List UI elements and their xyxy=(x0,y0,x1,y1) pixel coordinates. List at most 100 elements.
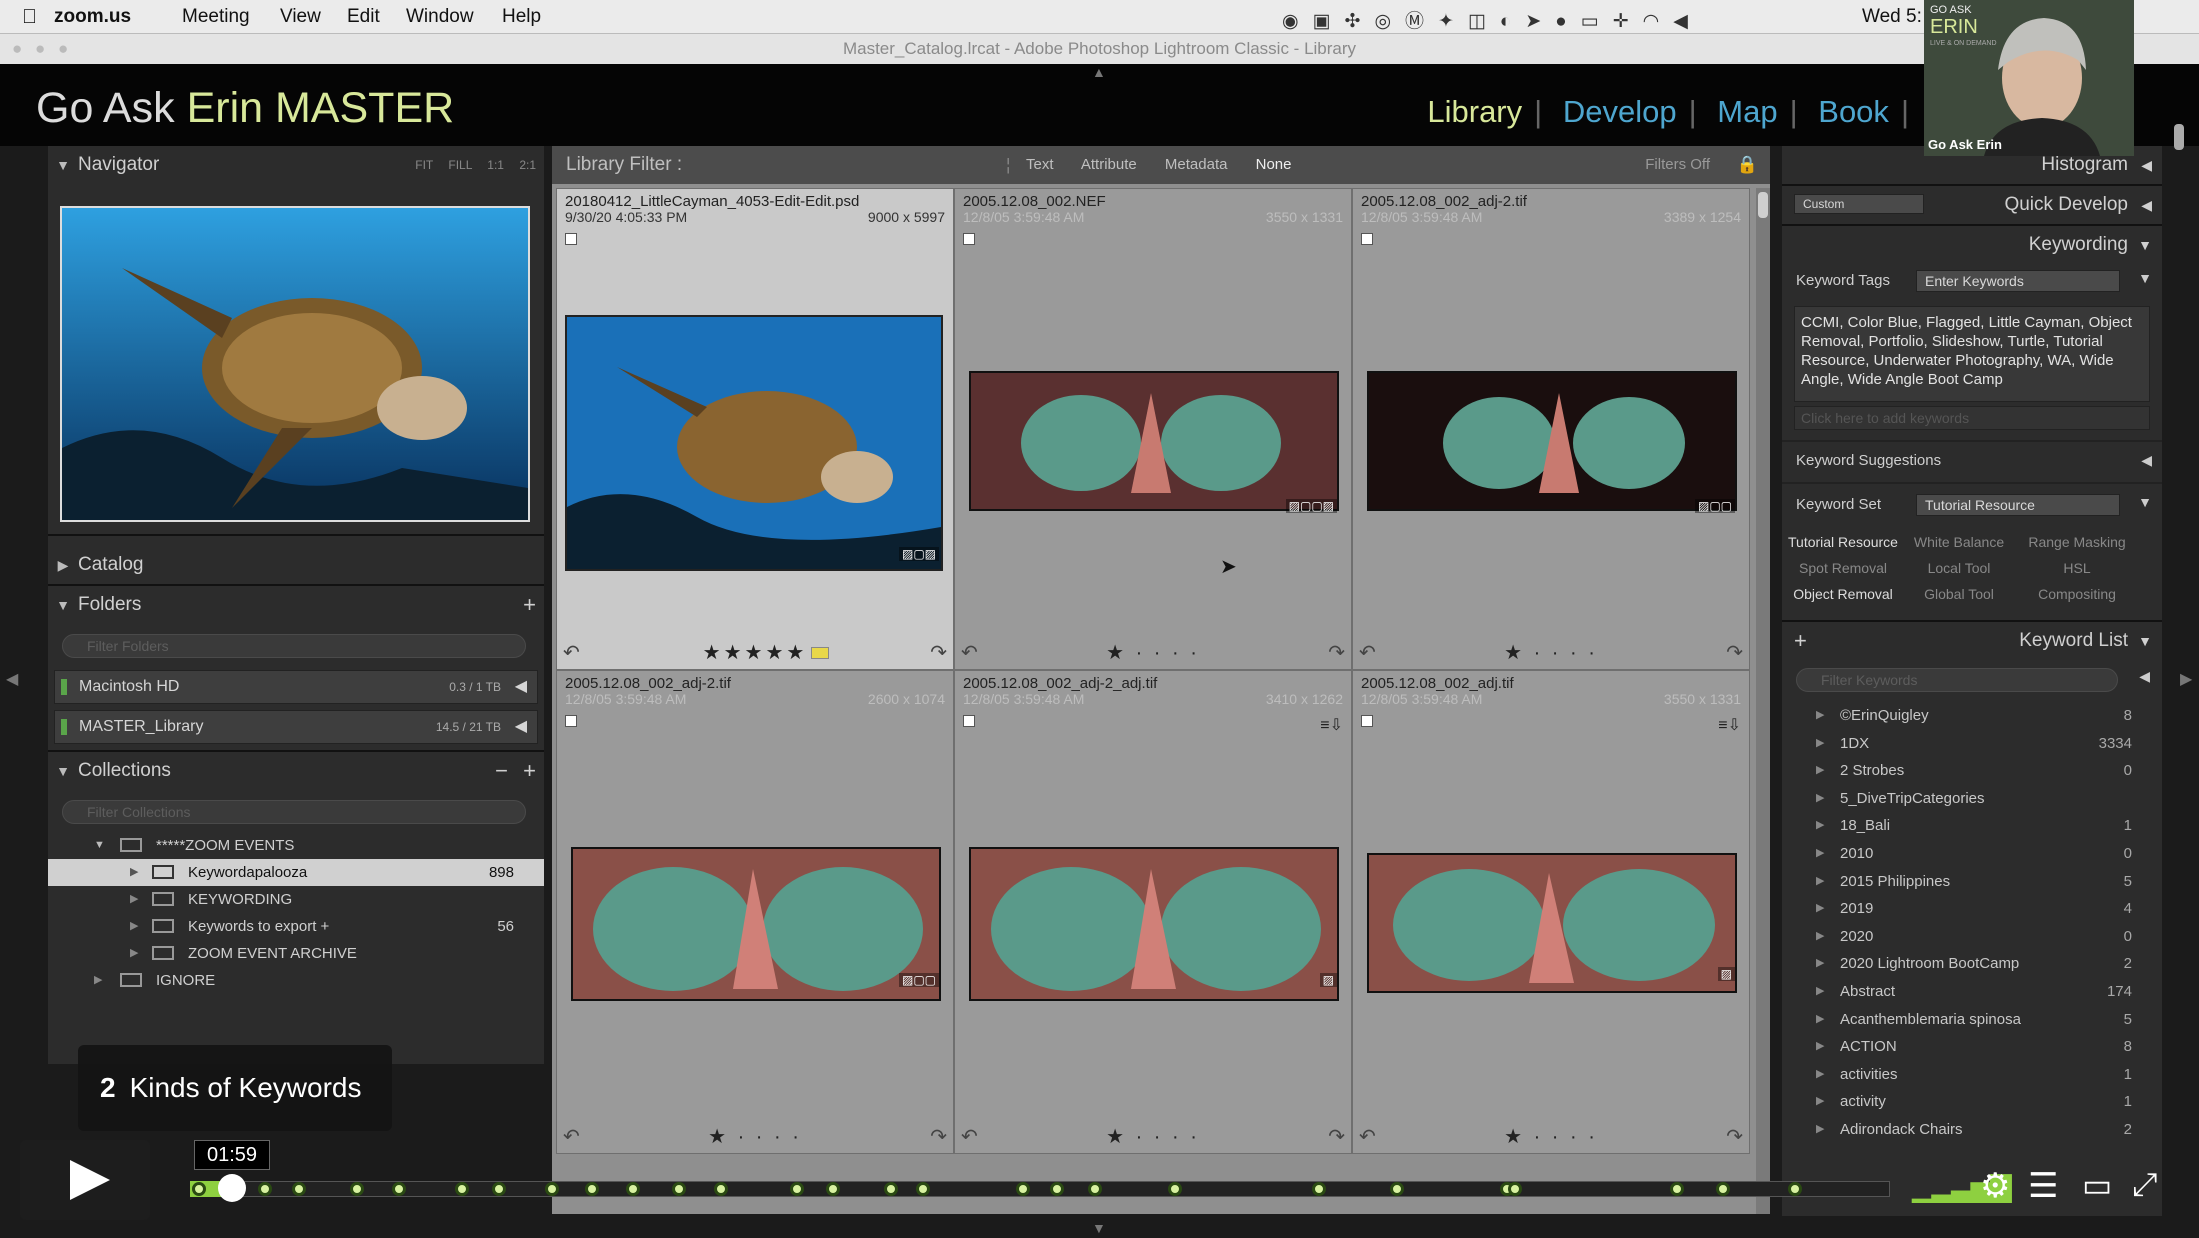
star-rating[interactable]: ★ · · · · xyxy=(1353,1124,1749,1149)
flag-icon[interactable] xyxy=(1361,233,1373,245)
folders-filter-input[interactable]: Filter Folders xyxy=(62,634,526,658)
zoom-1-1[interactable]: 1:1 xyxy=(487,158,504,172)
expand-icon[interactable]: ▶ xyxy=(1816,1006,1824,1033)
star-rating[interactable]: ★★★★★ xyxy=(557,640,953,665)
status-icons[interactable]: ◉▣✣◎Ⓜ✦◫◐➤●▭✛◠◀ xyxy=(1282,6,1702,33)
collapse-down-icon[interactable]: ▼ xyxy=(2138,494,2152,510)
chapter-marker[interactable] xyxy=(1050,1182,1064,1196)
expand-icon[interactable]: ▶ xyxy=(1816,1033,1824,1060)
zoom-2-1[interactable]: 2:1 xyxy=(519,158,536,172)
grid-scrollbar[interactable] xyxy=(1756,188,1770,1214)
grid-cell[interactable]: 2005.12.08_002_adj-2_adj.tif 12/8/05 3:5… xyxy=(954,670,1352,1154)
keywording-header[interactable]: Keywording ▼ xyxy=(1782,226,2162,264)
rotate-right-icon[interactable]: ↷ xyxy=(1726,640,1743,665)
keyword-set-button[interactable]: Tutorial Resource xyxy=(1788,534,1898,550)
quick-develop-header[interactable]: Custom Quick Develop ◀ xyxy=(1782,186,2162,224)
thumbnail[interactable] xyxy=(1367,371,1737,511)
grid-cell[interactable]: 2005.12.08_002.NEF 12/8/05 3:59:48 AM 35… xyxy=(954,188,1352,670)
expand-icon[interactable]: ▶ xyxy=(1816,812,1824,839)
chapter-marker[interactable] xyxy=(1390,1182,1404,1196)
chapter-marker[interactable] xyxy=(545,1182,559,1196)
thumbnail-badges-icon[interactable]: ▨ xyxy=(1717,967,1735,981)
chapter-marker[interactable] xyxy=(585,1182,599,1196)
thumbnail-badges-icon[interactable]: ▨▢▢ xyxy=(1694,499,1735,513)
chapter-marker[interactable] xyxy=(1168,1182,1182,1196)
keyword-row[interactable]: ▶ activities 1 xyxy=(1782,1061,2162,1088)
chapter-marker[interactable] xyxy=(1716,1182,1730,1196)
filter-none[interactable]: None xyxy=(1256,156,1292,173)
keywords-textarea[interactable]: CCMI, Color Blue, Flagged, Little Cayman… xyxy=(1794,306,2150,402)
menu-clock[interactable]: Wed 5: xyxy=(1862,6,1922,28)
metadata-badge-icon[interactable]: ≡⇩ xyxy=(1320,715,1343,735)
scrollbar-thumb[interactable] xyxy=(1758,192,1768,218)
flag-icon[interactable] xyxy=(963,715,975,727)
keyword-row[interactable]: ▶ ACTION 8 xyxy=(1782,1033,2162,1060)
folders-header[interactable]: ▼ Folders + xyxy=(48,586,544,624)
navigator-preview[interactable] xyxy=(60,206,530,522)
keyword-row[interactable]: ▶ 2019 4 xyxy=(1782,895,2162,922)
chapter-marker[interactable] xyxy=(455,1182,469,1196)
flag-icon[interactable] xyxy=(963,233,975,245)
menu-meeting[interactable]: Meeting xyxy=(182,6,250,28)
keyword-row[interactable]: ▶ 2020 0 xyxy=(1782,923,2162,950)
keyword-row[interactable]: ▶ Acanthemblemaria spinosa 5 xyxy=(1782,1006,2162,1033)
preset-select[interactable]: Custom xyxy=(1794,194,1924,214)
chapter-marker[interactable] xyxy=(916,1182,930,1196)
thumbnail[interactable] xyxy=(565,315,943,571)
expand-icon[interactable]: ▶ xyxy=(1816,702,1824,729)
play-button[interactable] xyxy=(20,1140,150,1220)
flag-icon[interactable] xyxy=(1361,715,1373,727)
chapter-marker[interactable] xyxy=(492,1182,506,1196)
thumbnail[interactable] xyxy=(969,371,1339,511)
keyword-set-button[interactable]: Object Removal xyxy=(1788,586,1898,602)
keyword-row[interactable]: ▶ Adirondack Chairs 2 xyxy=(1782,1116,2162,1143)
add-keyword-icon[interactable]: + xyxy=(1794,622,1807,660)
expand-icon[interactable]: ▶ xyxy=(1816,950,1824,977)
add-keywords-input[interactable]: Click here to add keywords xyxy=(1794,406,2150,430)
collections-filter-input[interactable]: Filter Collections xyxy=(62,800,526,824)
keyword-filter-input[interactable]: Filter Keywords xyxy=(1796,668,2118,692)
expand-icon[interactable]: ▶ xyxy=(1816,868,1824,895)
keyword-row[interactable]: ▶ 18_Bali 1 xyxy=(1782,812,2162,839)
filter-metadata[interactable]: Metadata xyxy=(1165,156,1228,173)
star-rating[interactable]: ★ · · · · xyxy=(955,1124,1351,1149)
thumbnail[interactable] xyxy=(1367,853,1737,993)
star-rating[interactable]: ★ · · · · xyxy=(557,1124,953,1149)
keyword-row[interactable]: ▶ 2 Strobes 0 xyxy=(1782,757,2162,784)
zoom-fill[interactable]: FILL xyxy=(448,158,472,172)
expand-icon[interactable]: ▶ xyxy=(1816,785,1824,812)
module-map[interactable]: Map xyxy=(1717,94,1777,129)
chapter-marker[interactable] xyxy=(672,1182,686,1196)
rotate-right-icon[interactable]: ↷ xyxy=(930,640,947,665)
module-develop[interactable]: Develop xyxy=(1563,94,1677,129)
progress-scrubber[interactable] xyxy=(218,1174,246,1202)
airplay-icon[interactable]: ▭ xyxy=(2082,1166,2112,1204)
menu-app[interactable]: zoom.us xyxy=(54,6,131,28)
keyword-set-button[interactable]: Spot Removal xyxy=(1788,560,1898,576)
filter-text[interactable]: Text xyxy=(1026,156,1054,173)
collection-row[interactable]: ▶ KEYWORDING xyxy=(48,886,544,913)
navigator-header[interactable]: ▼ Navigator FIT FILL 1:1 2:1 xyxy=(48,146,544,184)
add-collection-icon[interactable]: + xyxy=(523,752,536,790)
top-panel-toggle-icon[interactable]: ▲ xyxy=(1092,64,1106,80)
chapter-marker[interactable] xyxy=(1670,1182,1684,1196)
chapter-marker[interactable] xyxy=(292,1182,306,1196)
right-scrollbar-thumb[interactable] xyxy=(2174,124,2184,150)
filter-menu-icon[interactable]: ◀ xyxy=(2139,668,2150,685)
chapter-marker[interactable] xyxy=(626,1182,640,1196)
filter-status[interactable]: Filters Off xyxy=(1645,146,1710,184)
grid-cell-selected[interactable]: 20180412_LittleCayman_4053-Edit-Edit.psd… xyxy=(556,188,954,670)
menu-edit[interactable]: Edit xyxy=(347,6,380,28)
keyword-tags-mode-select[interactable]: Enter Keywords xyxy=(1916,270,2120,292)
metadata-badge-icon[interactable]: ≡⇩ xyxy=(1718,715,1741,735)
collapse-left-icon[interactable]: ◀ xyxy=(2141,452,2152,469)
collections-header[interactable]: ▼ Collections − + xyxy=(48,752,544,790)
keyword-set-button[interactable]: HSL xyxy=(2022,560,2132,576)
collection-row-selected[interactable]: ▶ Keywordapalooza 898 xyxy=(48,859,544,886)
zoom-fit[interactable]: FIT xyxy=(415,158,433,172)
thumbnail-badges-icon[interactable]: ▨ xyxy=(1319,973,1337,987)
keyword-set-button[interactable]: White Balance xyxy=(1904,534,2014,550)
chapters-list-icon[interactable]: ☰ xyxy=(2028,1166,2058,1206)
keyword-row[interactable]: ▶ activity 1 xyxy=(1782,1088,2162,1115)
chapter-marker[interactable] xyxy=(1788,1182,1802,1196)
